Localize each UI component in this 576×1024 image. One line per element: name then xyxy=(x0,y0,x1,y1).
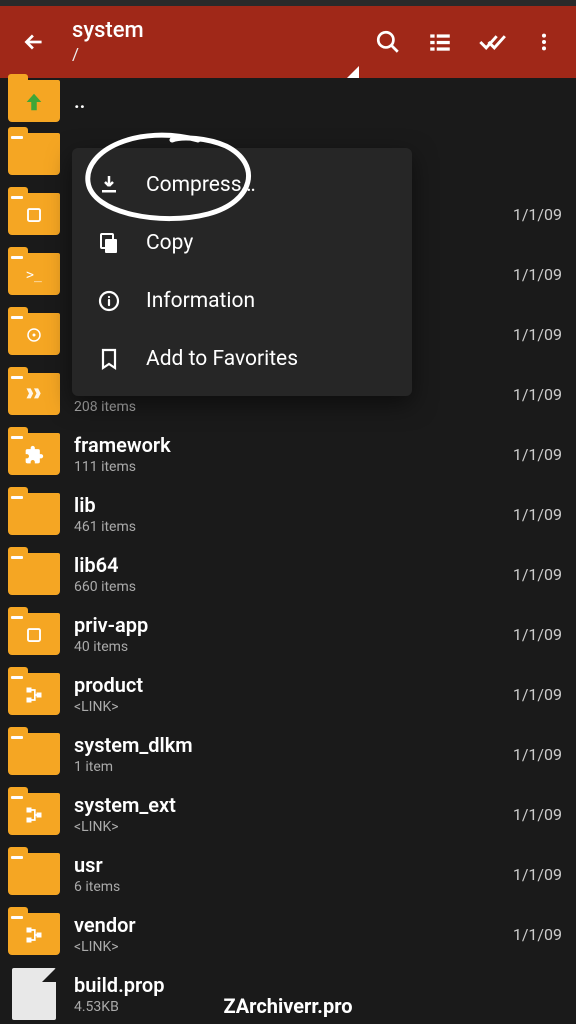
list-item[interactable]: lib 461 items 1/1/09 xyxy=(0,484,576,544)
folder-icon xyxy=(8,733,60,775)
item-meta: <LINK> xyxy=(74,819,513,835)
path: / xyxy=(72,45,368,65)
item-date: 1/1/09 xyxy=(513,445,562,464)
list-item[interactable]: product <LINK> 1/1/09 xyxy=(0,664,576,724)
item-meta: 1 item xyxy=(74,759,513,775)
item-date: 1/1/09 xyxy=(513,625,562,644)
folder-icon xyxy=(8,313,60,355)
select-all-icon[interactable] xyxy=(472,22,512,62)
item-name: priv-app xyxy=(74,613,513,637)
watermark: ZArchiverr.pro xyxy=(223,994,352,1018)
up-row[interactable]: .. xyxy=(0,78,576,124)
item-date: 1/1/09 xyxy=(513,505,562,524)
list-item[interactable]: vendor <LINK> 1/1/09 xyxy=(0,904,576,964)
up-folder-icon xyxy=(8,80,60,122)
back-button[interactable] xyxy=(12,20,56,64)
folder-icon: >_ xyxy=(8,253,60,295)
ctx-label: Compress… xyxy=(146,173,256,197)
file-icon xyxy=(12,968,56,1020)
folder-icon xyxy=(8,673,60,715)
item-date: 1/1/09 xyxy=(513,745,562,764)
ctx-label: Information xyxy=(146,289,255,313)
item-date: 1/1/09 xyxy=(513,265,562,284)
search-icon[interactable] xyxy=(368,22,408,62)
item-meta: <LINK> xyxy=(74,939,513,955)
folder-icon xyxy=(8,133,60,175)
app-bar: system / xyxy=(0,6,576,78)
ctx-information[interactable]: Information xyxy=(72,272,412,330)
bookmark-icon xyxy=(94,347,124,371)
copy-icon xyxy=(94,231,124,255)
folder-icon xyxy=(8,493,60,535)
item-name: lib xyxy=(74,493,513,517)
item-date: 1/1/09 xyxy=(513,925,562,944)
item-meta: 660 items xyxy=(74,579,513,595)
ctx-copy[interactable]: Copy xyxy=(72,214,412,272)
item-date: 1/1/09 xyxy=(513,205,562,224)
item-name: system_ext xyxy=(74,793,513,817)
item-name: system_dlkm xyxy=(74,733,513,757)
folder-icon xyxy=(8,793,60,835)
item-date: 1/1/09 xyxy=(513,325,562,344)
list-item[interactable]: framework 111 items 1/1/09 xyxy=(0,424,576,484)
item-name: product xyxy=(74,673,513,697)
ctx-compress[interactable]: Compress… xyxy=(72,156,412,214)
title-block[interactable]: system / xyxy=(72,19,368,65)
item-date: 1/1/09 xyxy=(513,685,562,704)
ctx-label: Add to Favorites xyxy=(146,347,298,371)
item-meta: 111 items xyxy=(74,459,513,475)
folder-icon xyxy=(8,613,60,655)
folder-icon xyxy=(8,433,60,475)
folder-icon xyxy=(8,193,60,235)
item-name: lib64 xyxy=(74,553,513,577)
list-item[interactable]: system_ext <LINK> 1/1/09 xyxy=(0,784,576,844)
view-mode-icon[interactable] xyxy=(420,22,460,62)
dropdown-indicator[interactable] xyxy=(343,62,359,78)
folder-icon xyxy=(8,913,60,955)
item-meta: 40 items xyxy=(74,639,513,655)
item-date: 1/1/09 xyxy=(513,565,562,584)
item-meta: 6 items xyxy=(74,879,513,895)
ctx-add-favorites[interactable]: Add to Favorites xyxy=(72,330,412,388)
item-meta: 208 items xyxy=(74,399,513,415)
item-date: 1/1/09 xyxy=(513,805,562,824)
item-name: usr xyxy=(74,853,513,877)
title: system xyxy=(72,19,368,43)
folder-icon xyxy=(8,553,60,595)
item-name: framework xyxy=(74,433,513,457)
folder-icon xyxy=(8,373,60,415)
list-item[interactable]: usr 6 items 1/1/09 xyxy=(0,844,576,904)
item-name: vendor xyxy=(74,913,513,937)
item-meta: 461 items xyxy=(74,519,513,535)
info-icon xyxy=(94,289,124,313)
list-item[interactable]: priv-app 40 items 1/1/09 xyxy=(0,604,576,664)
item-date: 1/1/09 xyxy=(513,385,562,404)
context-menu: Compress… Copy Information Add to Favori… xyxy=(72,148,412,396)
ctx-label: Copy xyxy=(146,231,193,255)
item-date: 1/1/09 xyxy=(513,865,562,884)
compress-icon xyxy=(94,173,124,197)
item-meta: <LINK> xyxy=(74,699,513,715)
list-item[interactable]: system_dlkm 1 item 1/1/09 xyxy=(0,724,576,784)
list-item[interactable]: lib64 660 items 1/1/09 xyxy=(0,544,576,604)
overflow-menu-icon[interactable] xyxy=(524,22,564,62)
folder-icon xyxy=(8,853,60,895)
up-label: .. xyxy=(74,89,562,113)
